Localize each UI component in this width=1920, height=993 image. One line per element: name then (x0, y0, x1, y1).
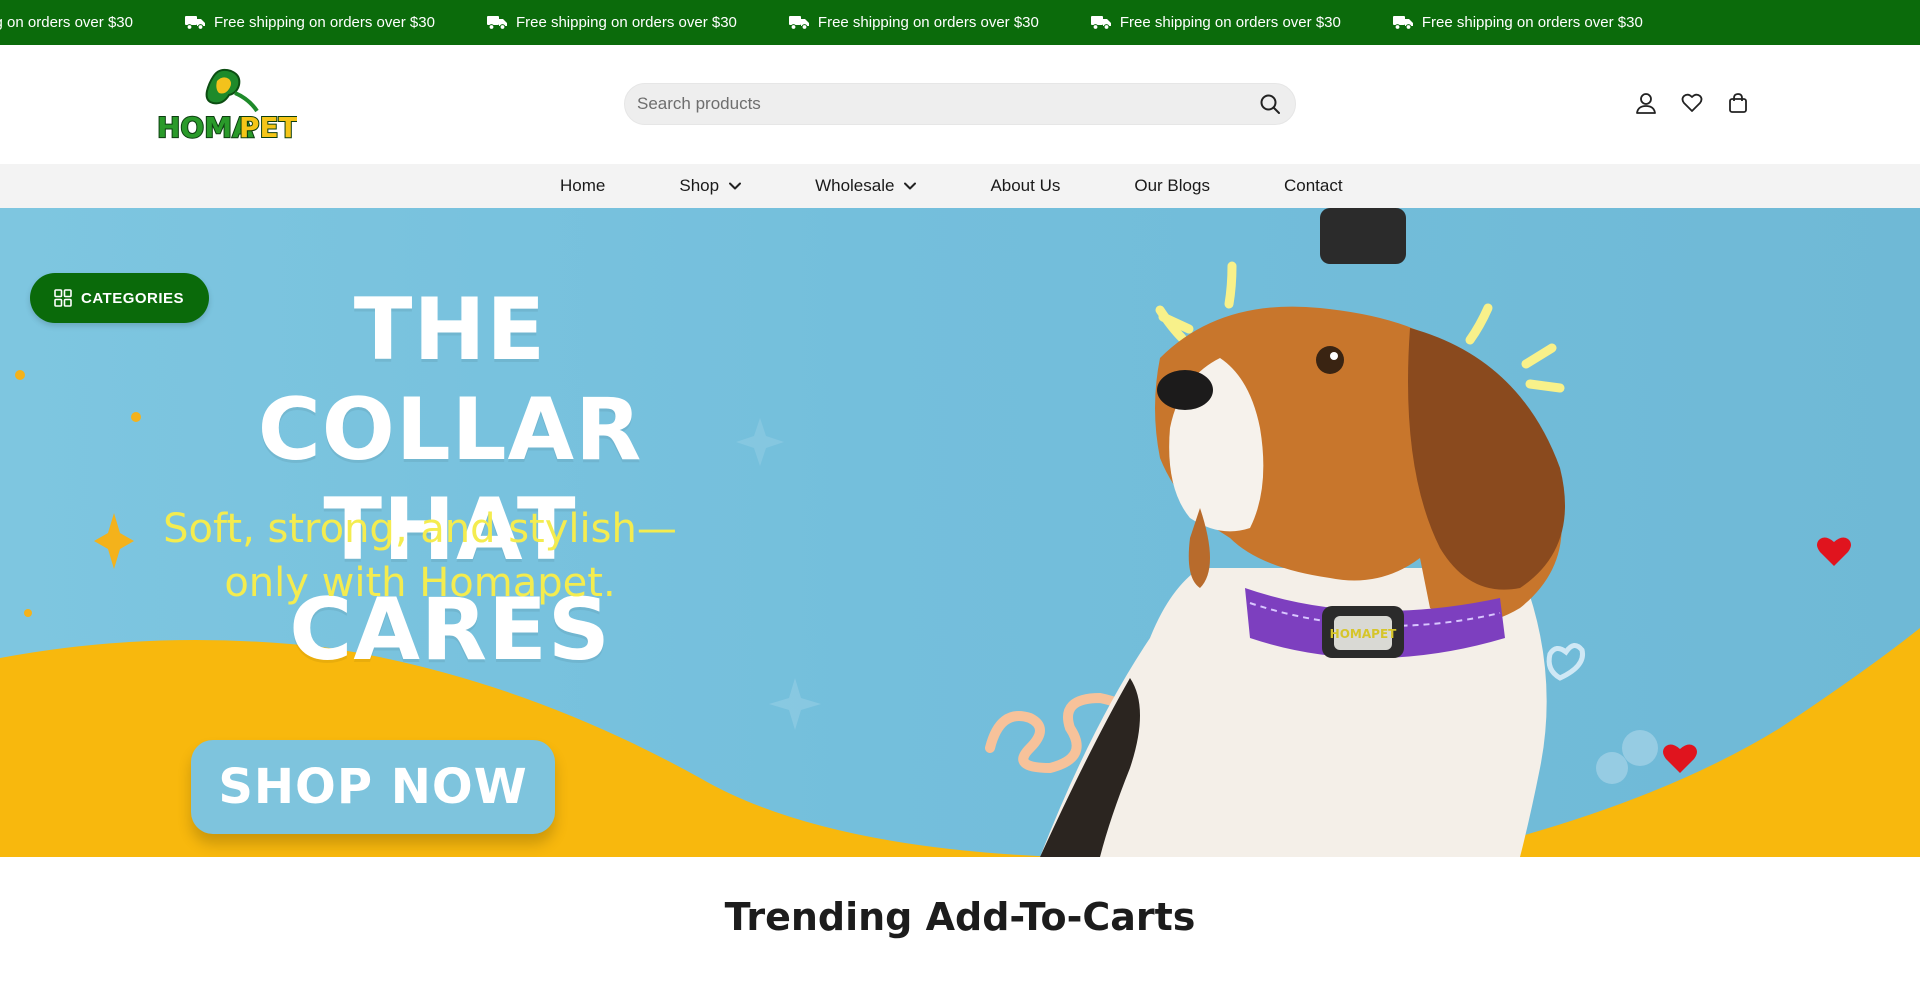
nav-item-label: Our Blogs (1134, 176, 1210, 195)
categories-label: CATEGORIES (81, 289, 185, 307)
shopping-bag-icon[interactable] (1727, 92, 1749, 114)
hero-subline-line-2: only with Homapet. (224, 560, 616, 606)
nav-item-label: Wholesale (815, 176, 895, 195)
svg-text:HOMAPET: HOMAPET (1330, 627, 1397, 641)
search-input[interactable] (637, 84, 1237, 124)
hero-subline: Soft, strong, and stylish— only with Hom… (150, 502, 690, 610)
chevron-down-icon (729, 182, 742, 190)
announcement-item: Free shipping on orders over $30 (1090, 14, 1341, 31)
announcement-text: Free shipping on orders over $30 (817, 14, 1039, 31)
truck-icon (184, 16, 205, 30)
announcement-text: Free shipping on orders over $30 (0, 14, 133, 31)
nav-item-wholesale[interactable]: Wholesale (815, 176, 917, 196)
truck-icon (788, 16, 809, 30)
trending-section-title: Trending Add-To-Carts (724, 895, 1196, 939)
search-bar (624, 83, 1296, 125)
grid-icon (54, 289, 72, 307)
site-header: HOMA PET (0, 45, 1920, 164)
announcement-track: Free shipping on orders over $30 Free sh… (0, 0, 1695, 45)
user-icon[interactable] (1635, 92, 1657, 114)
hero-headline-line-1: THE COLLAR (257, 280, 643, 480)
nav-item-our-blogs[interactable]: Our Blogs (1134, 176, 1210, 196)
heart-icon[interactable] (1681, 92, 1703, 114)
nav-item-label: Shop (679, 176, 720, 195)
truck-icon (1090, 16, 1111, 30)
nav-item-about-us[interactable]: About Us (990, 176, 1060, 196)
announcement-bar: Free shipping on orders over $30 Free sh… (0, 0, 1920, 45)
nav-item-home[interactable]: Home (560, 176, 605, 196)
nav-list: Home Shop Wholesale About Us Our Blogs C… (560, 164, 1343, 208)
search-icon[interactable] (1259, 93, 1281, 115)
nav-item-shop[interactable]: Shop (679, 176, 742, 196)
homapet-logo[interactable]: HOMA PET (155, 67, 297, 141)
nav-item-label: Contact (1283, 176, 1343, 195)
announcement-item: Free shipping on orders over $30 (0, 14, 133, 31)
nav-item-label: Home (560, 176, 606, 195)
header-actions (1635, 92, 1749, 114)
categories-button[interactable]: CATEGORIES (30, 273, 209, 323)
hero-banner[interactable]: HOMAPET THE COLLAR THAT CARES Soft, stro… (0, 208, 1920, 857)
nav-item-label: About Us (990, 176, 1061, 195)
chevron-down-icon (904, 182, 917, 190)
shop-now-button[interactable]: SHOP NOW (191, 740, 555, 834)
nav-item-contact[interactable]: Contact (1284, 176, 1343, 196)
announcement-item: Free shipping on orders over $30 (184, 14, 435, 31)
announcement-text: Free shipping on orders over $30 (1421, 14, 1643, 31)
hero-headline: THE COLLAR THAT CARES (170, 280, 730, 680)
hero-subline-line-1: Soft, strong, and stylish— (163, 506, 677, 552)
main-nav: Home Shop Wholesale About Us Our Blogs C… (0, 164, 1920, 208)
announcement-text: Free shipping on orders over $30 (213, 14, 435, 31)
truck-icon (486, 16, 507, 30)
announcement-text: Free shipping on orders over $30 (1119, 14, 1341, 31)
announcement-text: Free shipping on orders over $30 (515, 14, 737, 31)
announcement-item: Free shipping on orders over $30 (788, 14, 1039, 31)
svg-text:PET: PET (239, 111, 297, 141)
announcement-item: Free shipping on orders over $30 (1392, 14, 1643, 31)
truck-icon (1392, 16, 1413, 30)
announcement-item: Free shipping on orders over $30 (486, 14, 737, 31)
